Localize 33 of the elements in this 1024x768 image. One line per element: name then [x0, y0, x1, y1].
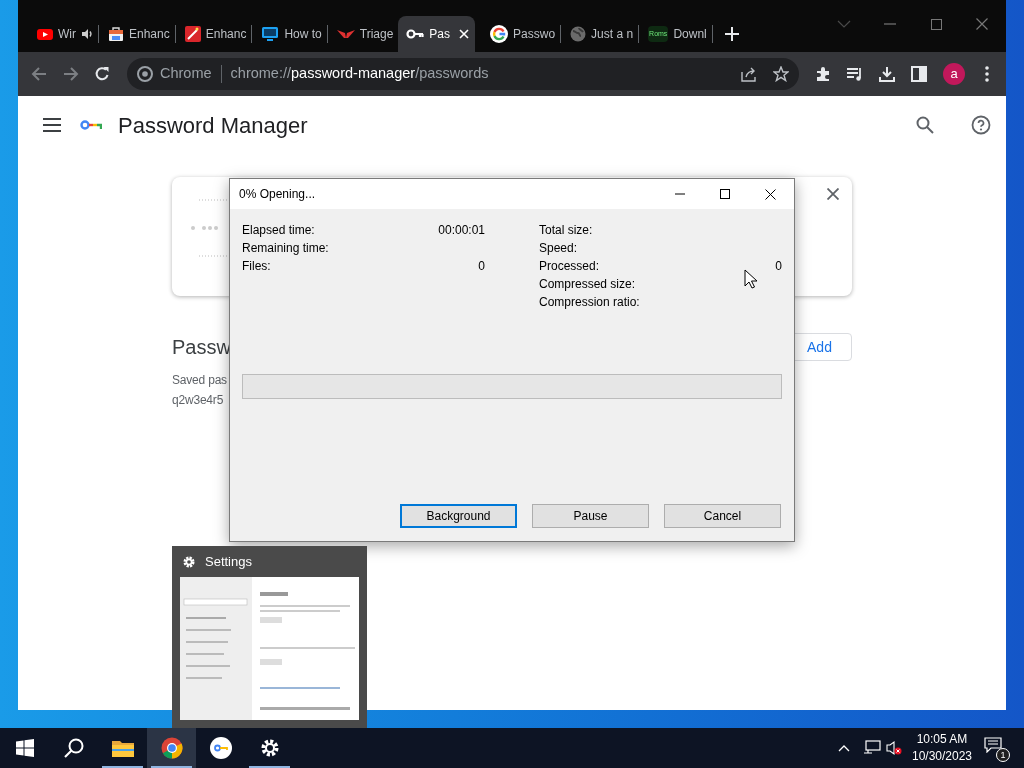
stat-label: Processed:: [539, 258, 600, 275]
stat-value: 00:00:01: [438, 222, 485, 239]
dialog-button[interactable]: Background: [400, 504, 517, 528]
dialog-button[interactable]: Pause: [532, 504, 649, 528]
profile-avatar[interactable]: a: [943, 63, 965, 85]
browser-tab[interactable]: Wir: [28, 16, 98, 52]
preview-title: Settings: [205, 552, 252, 571]
stat-value: 0: [478, 258, 485, 275]
dialog-title: 0% Opening...: [239, 186, 316, 203]
browser-tab[interactable]: Enhanc: [175, 16, 252, 52]
stat-label: Elapsed time:: [242, 222, 315, 239]
address-bar[interactable]: Chrome chrome://password-manager/passwords: [127, 58, 799, 90]
browser-tab[interactable]: Pas: [398, 16, 476, 52]
stat-label: Total size:: [539, 222, 593, 239]
stat-label: Speed:: [539, 240, 578, 257]
stat-label: Compression ratio:: [539, 294, 640, 311]
stat-label: Remaining time:: [242, 240, 329, 257]
notification-count: 1: [996, 748, 1010, 762]
stat-label: Compressed size:: [539, 276, 636, 293]
description-text: Saved pas: [172, 372, 227, 389]
browser-tab[interactable]: Triage: [327, 16, 399, 52]
browser-tab[interactable]: Enhanc: [99, 16, 175, 52]
stat-label: Files:: [242, 258, 271, 275]
browser-tab[interactable]: How to: [252, 16, 327, 52]
section-heading: Passw: [172, 335, 231, 360]
password-text: q2w3e4r5: [172, 392, 224, 409]
browser-tab[interactable]: Just a n: [561, 16, 639, 52]
browser-tab[interactable]: Passwo: [481, 16, 561, 52]
dialog-button[interactable]: Cancel: [664, 504, 781, 528]
clock-time: 10:05 AM: [916, 731, 968, 748]
clock-date: 10/30/2023: [911, 748, 973, 765]
page-title: Password Manager: [118, 111, 308, 140]
stat-value: 0: [775, 258, 782, 275]
